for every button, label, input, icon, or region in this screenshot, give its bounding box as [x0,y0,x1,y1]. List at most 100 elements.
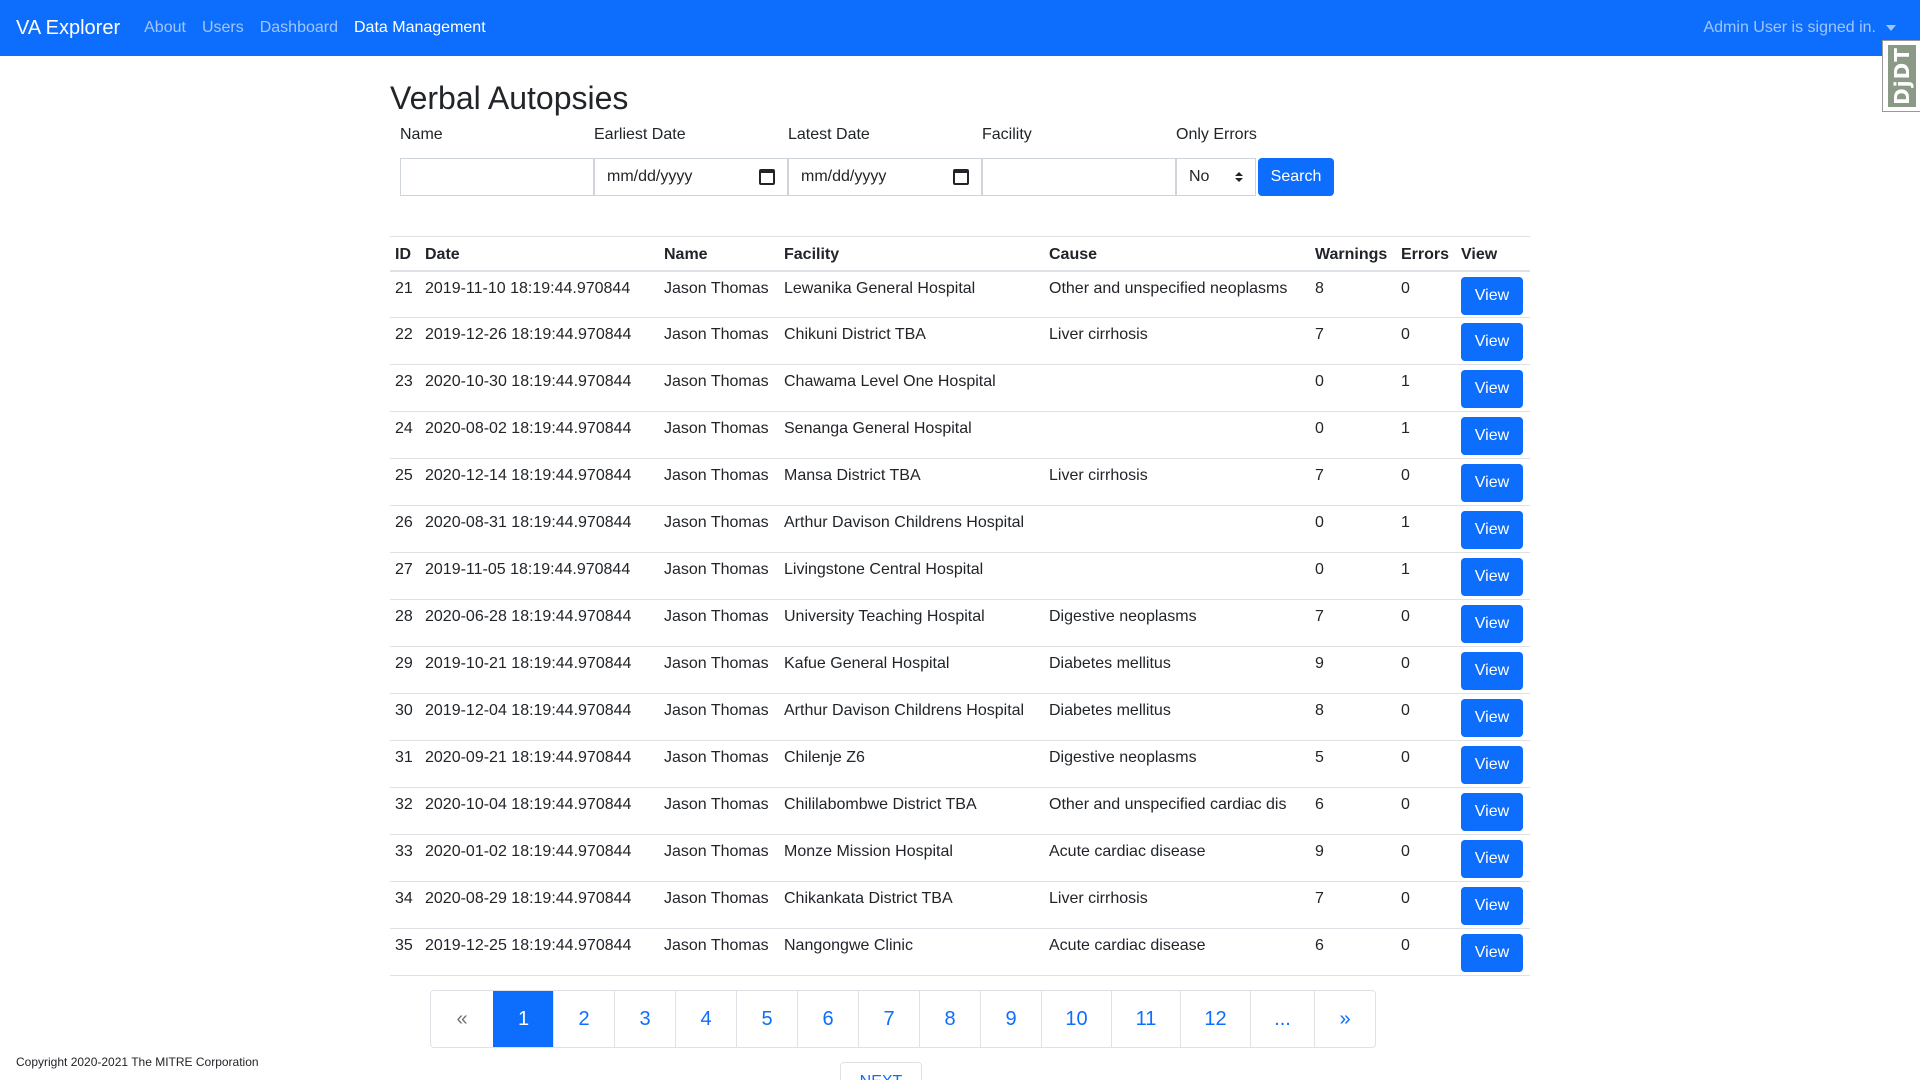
latest-date-group: Latest Date mm/dd/yyyy [788,126,982,196]
nav-link-dashboard[interactable]: Dashboard [260,19,338,37]
cell-view: View [1456,693,1530,741]
view-button[interactable]: View [1461,370,1523,408]
cell-id: 25 [390,458,420,506]
nav-link-data-management[interactable]: Data Management [354,19,486,37]
cell-facility: Arthur Davison Childrens Hospital [779,693,1044,741]
cell-facility: Chikankata District TBA [779,881,1044,929]
page-link-5[interactable]: 5 [736,991,797,1047]
cell-view: View [1456,646,1530,694]
view-button[interactable]: View [1461,652,1523,690]
latest-date-input[interactable]: mm/dd/yyyy [788,158,982,196]
search-button[interactable]: Search [1258,158,1334,196]
cell-errors: 1 [1396,411,1456,459]
cell-view: View [1456,411,1530,459]
only-errors-label: Only Errors [1176,126,1257,143]
cell-date: 2020-06-28 18:19:44.970844 [420,599,659,647]
only-errors-select[interactable]: No [1176,158,1256,196]
page-title: Verbal Autopsies [390,80,629,116]
table-row: 32 2020-10-04 18:19:44.970844 Jason Thomas… [390,787,1530,835]
cell-facility: Livingstone Central Hospital [779,552,1044,600]
earliest-date-input[interactable]: mm/dd/yyyy [594,158,788,196]
pagination: «1 2 3 4 5 6 7 8 9 10 11 12...» [430,990,1376,1048]
table-header-row: ID Date Name Facility Cause Warnings Err… [390,236,1530,272]
facility-filter-input[interactable] [982,158,1176,196]
brand-link[interactable]: VA Explorer [16,17,120,40]
view-button[interactable]: View [1461,417,1523,455]
view-button[interactable]: View [1461,840,1523,878]
view-button[interactable]: View [1461,511,1523,549]
view-button[interactable]: View [1461,887,1523,925]
cell-view: View [1456,881,1530,929]
page-link-12[interactable]: 12 [1180,991,1250,1047]
cell-facility: Mansa District TBA [779,458,1044,506]
table-body: 21 2019-11-10 18:19:44.970844 Jason Thomas… [390,270,1530,976]
page-link-9[interactable]: 9 [980,991,1041,1047]
cell-facility: Kafue General Hospital [779,646,1044,694]
view-button[interactable]: View [1461,699,1523,737]
view-button[interactable]: View [1461,746,1523,784]
page-link-3[interactable]: 3 [614,991,675,1047]
cell-cause [1044,411,1310,459]
nav-link-about[interactable]: About [144,19,186,37]
page-ellipsis[interactable]: ... [1250,991,1314,1047]
table-row: 34 2020-08-29 18:19:44.970844 Jason Thomas… [390,881,1530,929]
table-row: 25 2020-12-14 18:19:44.970844 Jason Thomas… [390,458,1530,506]
cell-errors: 1 [1396,552,1456,600]
facility-filter-label: Facility [982,126,1032,143]
calendar-icon[interactable] [759,169,775,185]
view-button[interactable]: View [1461,276,1523,315]
column-header-warnings: Warnings [1310,236,1396,272]
cell-date: 2019-10-21 18:19:44.970844 [420,646,659,694]
column-header-facility: Facility [779,236,1044,272]
cell-date: 2020-08-29 18:19:44.970844 [420,881,659,929]
view-button[interactable]: View [1461,934,1523,972]
table-row: 29 2019-10-21 18:19:44.970844 Jason Thomas… [390,646,1530,694]
user-menu-dropdown[interactable]: Admin User is signed in. [1703,0,1896,56]
page-link-8[interactable]: 8 [919,991,980,1047]
cell-warnings: 7 [1310,458,1396,506]
view-button[interactable]: View [1461,558,1523,596]
verbal-autopsies-table-container: ID Date Name Facility Cause Warnings Err… [390,236,1530,976]
cell-warnings: 8 [1310,270,1396,318]
page-link-11[interactable]: 11 [1111,991,1180,1047]
name-filter-input[interactable] [400,158,594,196]
cell-name: Jason Thomas [659,458,779,506]
cell-name: Jason Thomas [659,270,779,318]
table-row: 21 2019-11-10 18:19:44.970844 Jason Thomas… [390,270,1530,318]
view-button[interactable]: View [1461,793,1523,831]
view-button[interactable]: View [1461,605,1523,643]
latest-date-value: mm/dd/yyyy [801,168,887,185]
cell-id: 31 [390,740,420,788]
debug-toolbar-label: DjDT [1889,47,1914,105]
cell-date: 2019-11-05 18:19:44.970844 [420,552,659,600]
next-page-link[interactable]: » [1314,991,1375,1047]
debug-toolbar-handle[interactable]: DjDT [1882,40,1920,112]
nav-link-users[interactable]: Users [202,19,244,37]
calendar-icon[interactable] [953,169,969,185]
table-row: 22 2019-12-26 18:19:44.970844 Jason Thomas… [390,317,1530,365]
view-button[interactable]: View [1461,464,1523,502]
cell-name: Jason Thomas [659,552,779,600]
previous-page-link[interactable]: « [431,991,493,1047]
page-link-6[interactable]: 6 [797,991,858,1047]
cell-id: 35 [390,928,420,976]
cell-id: 33 [390,834,420,882]
cell-errors: 0 [1396,317,1456,365]
cell-warnings: 0 [1310,364,1396,412]
page-link-1[interactable]: 1 [493,991,553,1047]
cell-warnings: 7 [1310,317,1396,365]
cell-warnings: 7 [1310,881,1396,929]
cell-name: Jason Thomas [659,693,779,741]
cell-cause: Acute cardiac disease [1044,928,1310,976]
page-link-2[interactable]: 2 [553,991,614,1047]
column-header-errors: Errors [1396,236,1456,272]
next-page-button[interactable]: NEXT [840,1062,922,1080]
cell-id: 21 [390,270,420,318]
page-link-4[interactable]: 4 [675,991,736,1047]
page-link-7[interactable]: 7 [858,991,919,1047]
page-link-10[interactable]: 10 [1041,991,1111,1047]
view-button[interactable]: View [1461,323,1523,361]
table-row: 24 2020-08-02 18:19:44.970844 Jason Thomas… [390,411,1530,459]
cell-date: 2019-11-10 18:19:44.970844 [420,270,659,318]
cell-cause: Diabetes mellitus [1044,646,1310,694]
